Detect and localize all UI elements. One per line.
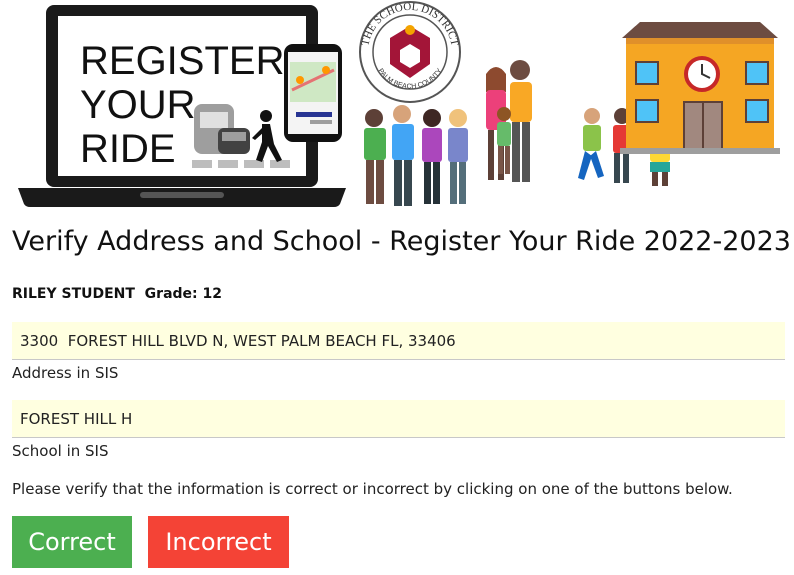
address-caption: Address in SIS	[12, 364, 119, 382]
school-building-illustration	[620, 22, 780, 154]
laptop-illustration: REGISTER YOUR RIDE	[18, 5, 346, 207]
phone-map-icon	[284, 44, 342, 142]
laptop-text-line2: YOUR	[80, 83, 196, 127]
laptop-text-line1: REGISTER	[80, 39, 284, 83]
correct-button[interactable]: Correct	[12, 516, 132, 568]
verification-instructions: Please verify that the information is co…	[12, 480, 733, 498]
incorrect-button[interactable]: Incorrect	[148, 516, 289, 568]
laptop-text-line3: RIDE	[80, 127, 176, 171]
school-district-seal: THE SCHOOL DISTRICT PALM BEACH COUNTY	[359, 1, 461, 103]
page-title: Verify Address and School - Register You…	[12, 226, 791, 257]
register-your-ride-banner: REGISTER YOUR RIDE THE SCHOOL DISTRICT P…	[18, 1, 780, 207]
school-field: FOREST HILL H	[12, 400, 785, 438]
student-name-grade: RILEY STUDENT Grade: 12	[12, 286, 222, 302]
school-caption: School in SIS	[12, 442, 109, 460]
address-field: 3300 FOREST HILL BLVD N, WEST PALM BEACH…	[12, 322, 785, 360]
